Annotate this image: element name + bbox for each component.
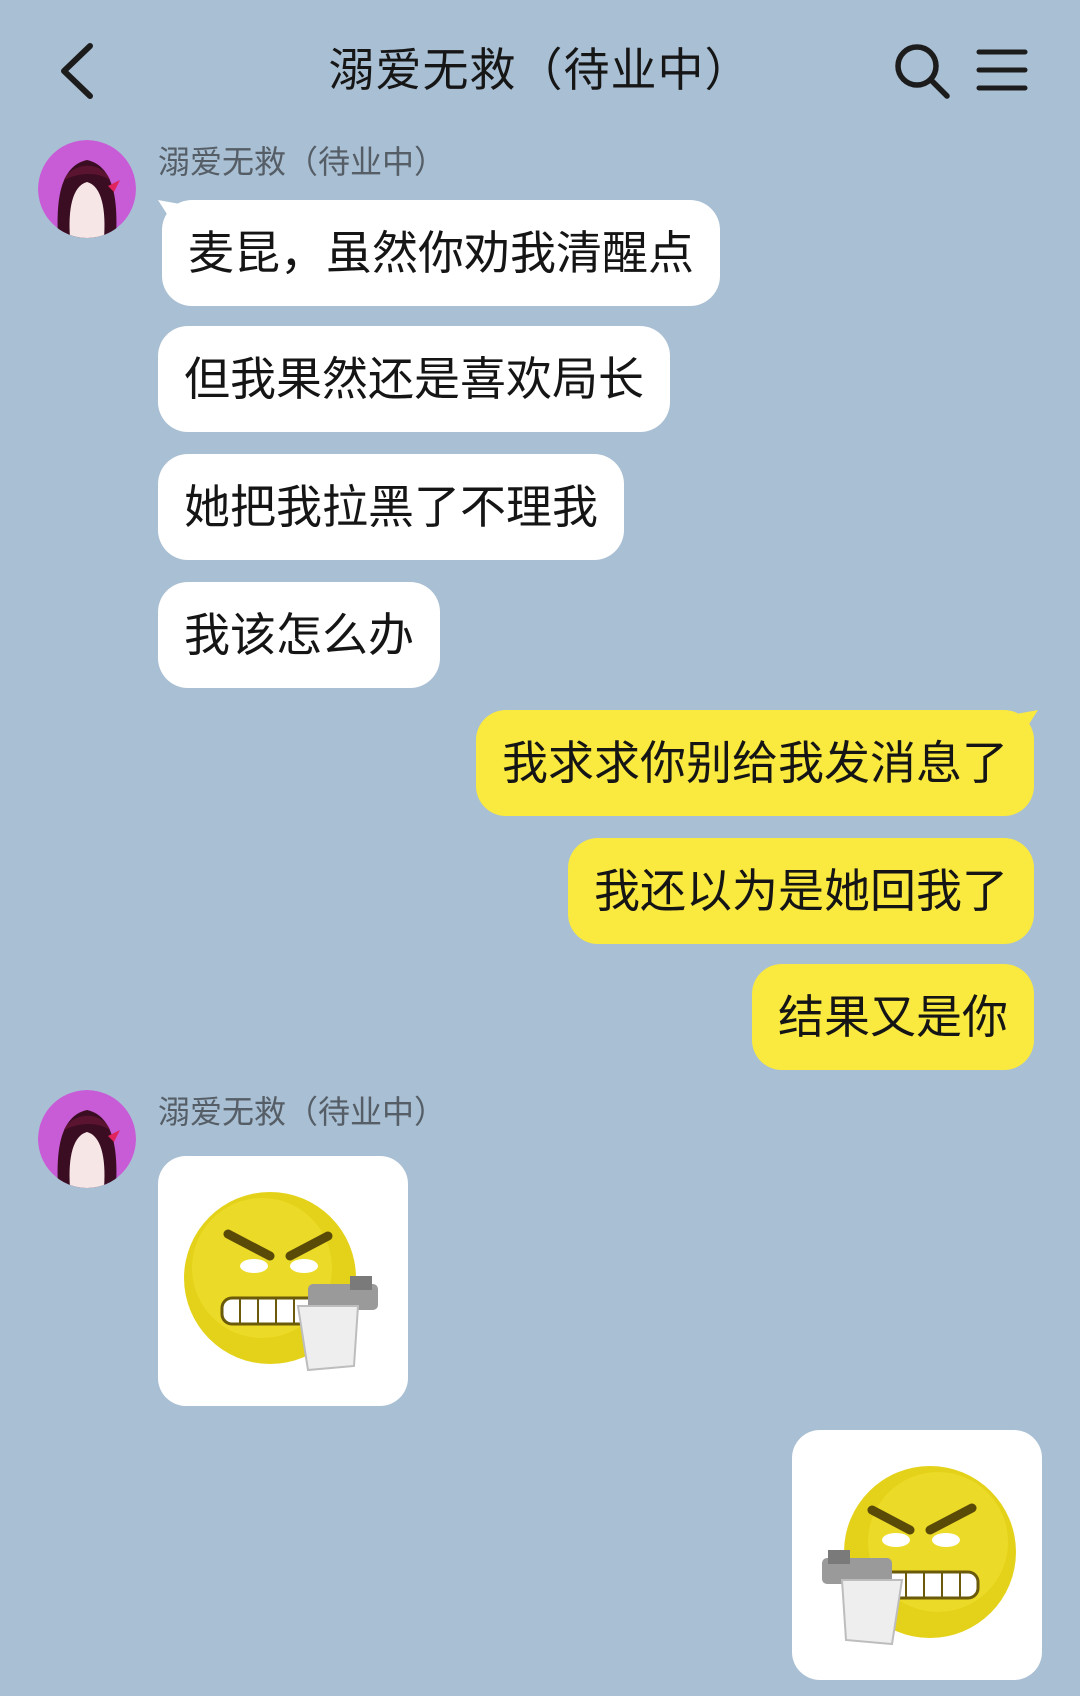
message-bubble-outgoing[interactable]: 结果又是你 — [752, 964, 1034, 1070]
sticker-message-outgoing[interactable] — [792, 1430, 1042, 1680]
sender-avatar[interactable] — [38, 1090, 136, 1188]
sender-name: 溺爱无救（待业中） — [158, 143, 447, 181]
menu-icon — [976, 49, 1028, 91]
message-bubble-incoming[interactable]: 她把我拉黑了不理我 — [158, 454, 624, 560]
message-bubble-outgoing[interactable]: 我还以为是她回我了 — [568, 838, 1034, 944]
message-bubble-incoming[interactable]: 麦昆，虽然你劝我清醒点 — [162, 200, 720, 306]
angry-emoji-gun-sticker-icon — [184, 1192, 378, 1372]
message-bubble-outgoing[interactable]: 我求求你别给我发消息了 — [476, 710, 1034, 816]
message-bubble-incoming[interactable]: 但我果然还是喜欢局长 — [158, 326, 670, 432]
sender-avatar[interactable] — [38, 140, 136, 238]
message-bubble-incoming[interactable]: 我该怎么办 — [158, 582, 440, 688]
menu-button[interactable] — [975, 46, 1029, 94]
avatar-girl-icon — [38, 1090, 136, 1188]
sticker-message-incoming[interactable] — [158, 1156, 408, 1406]
angry-emoji-gun-sticker-icon — [822, 1466, 1016, 1646]
search-icon — [895, 44, 950, 99]
avatar-girl-icon — [38, 140, 136, 238]
search-button[interactable] — [893, 42, 951, 100]
top-bar: 溺爱无救（待业中） — [0, 0, 1080, 140]
sender-name: 溺爱无救（待业中） — [158, 1093, 447, 1131]
